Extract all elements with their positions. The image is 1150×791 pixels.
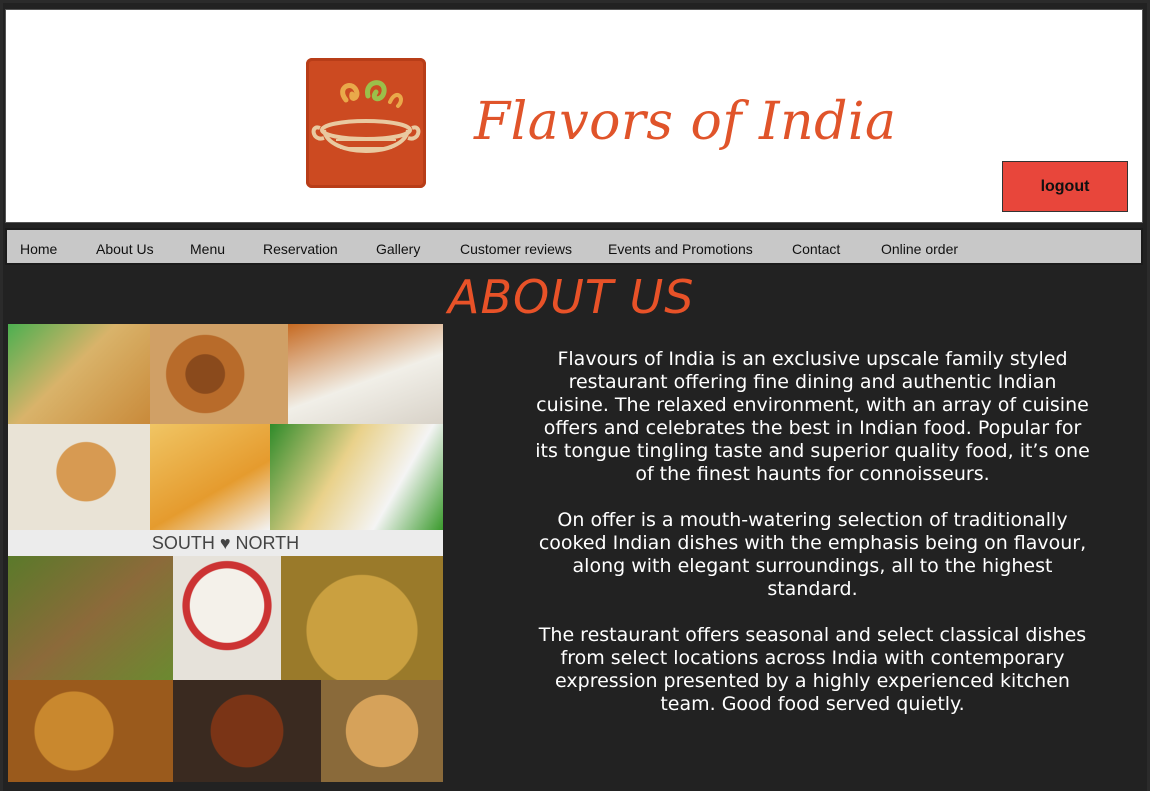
collage-caption: SOUTH ♥ NORTH — [8, 530, 443, 556]
logo-pot-icon — [306, 58, 426, 188]
nav-item-online-order[interactable]: Online order — [881, 241, 958, 257]
food-collage-image: SOUTH ♥ NORTH — [8, 324, 443, 782]
nav-item-home[interactable]: Home — [20, 241, 57, 257]
page-title: ABOUT US — [448, 270, 695, 324]
nav-item-reservation[interactable]: Reservation — [263, 241, 338, 257]
main-nav: Home About Us Menu Reservation Gallery C… — [5, 228, 1143, 265]
logout-button[interactable]: logout — [1002, 161, 1128, 212]
site-header: Flavors of India logout — [5, 9, 1143, 223]
about-paragraph-1: Flavours of India is an exclusive upscal… — [535, 348, 1090, 485]
nav-item-gallery[interactable]: Gallery — [376, 241, 420, 257]
nav-item-about-us[interactable]: About Us — [96, 241, 154, 257]
nav-item-menu[interactable]: Menu — [190, 241, 225, 257]
about-paragraph-3: The restaurant offers seasonal and selec… — [538, 624, 1087, 715]
about-paragraph-2: On offer is a mouth-watering selection o… — [538, 509, 1087, 600]
nav-item-events-and-promotions[interactable]: Events and Promotions — [608, 241, 753, 257]
brand-name: Flavors of India — [474, 92, 897, 152]
nav-item-contact[interactable]: Contact — [792, 241, 840, 257]
about-content: Flavours of India is an exclusive upscal… — [530, 348, 1095, 739]
nav-item-customer-reviews[interactable]: Customer reviews — [460, 241, 572, 257]
